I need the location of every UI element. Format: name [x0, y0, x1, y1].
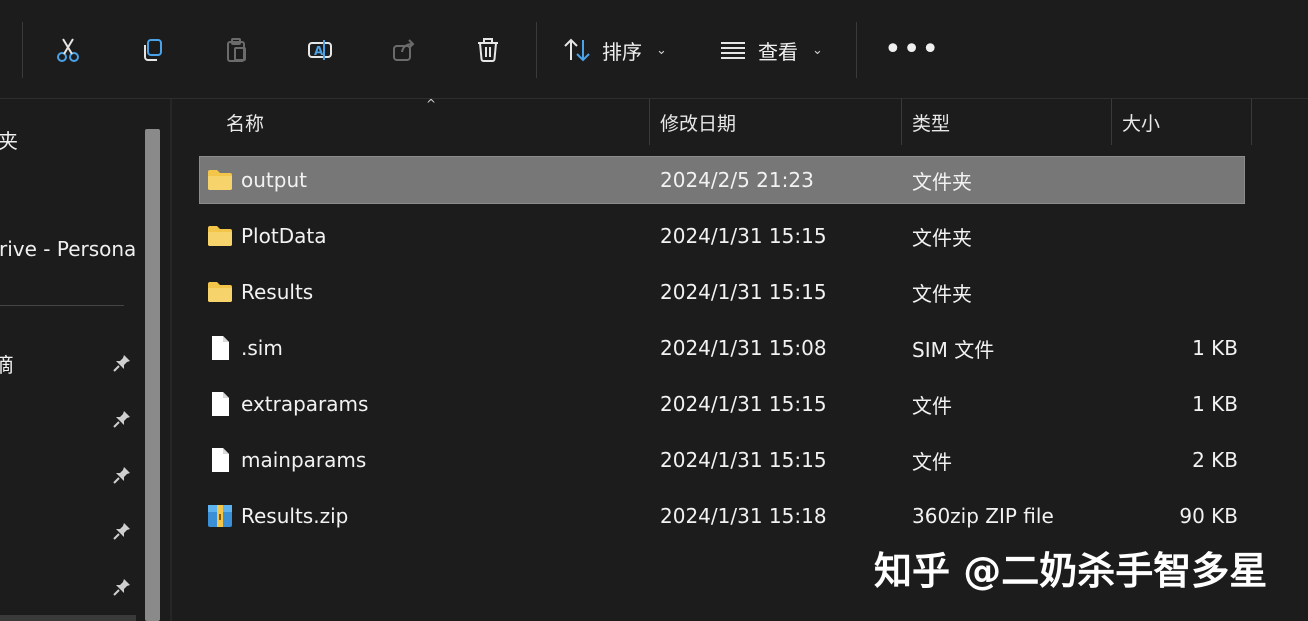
sort-ascending-icon: ^ [426, 97, 437, 111]
scissors-icon [57, 38, 79, 62]
file-modified-date: 2024/1/31 15:15 [660, 448, 827, 472]
copy-button[interactable] [128, 26, 176, 74]
navigation-pane: 夹 rive - Persona 滴 [0, 99, 160, 621]
column-header-name[interactable]: 名称 [226, 99, 264, 145]
pin-icon[interactable] [112, 465, 132, 485]
pin-icon[interactable] [112, 521, 132, 541]
file-row[interactable]: output 2024/2/5 21:23 文件夹 [199, 156, 1245, 204]
file-name: PlotData [241, 224, 327, 248]
file-name: output [241, 168, 307, 192]
file-name: Results.zip [241, 504, 349, 528]
sidebar-selected-indicator [0, 615, 136, 621]
file-modified-date: 2024/1/31 15:08 [660, 336, 827, 360]
copy-icon [144, 39, 162, 61]
cut-button[interactable] [44, 26, 92, 74]
file-row[interactable]: extraparams 2024/1/31 15:15 文件 1 KB [200, 381, 1244, 427]
file-icon [206, 334, 234, 362]
column-header-type[interactable]: 类型 [912, 99, 950, 145]
column-divider[interactable] [1251, 99, 1252, 145]
file-icon [206, 390, 234, 418]
file-type: 文件 [912, 449, 952, 474]
column-divider[interactable] [901, 99, 902, 145]
file-row[interactable]: Results.zip 2024/1/31 15:18 360zip ZIP fil… [200, 493, 1244, 539]
file-size: 2 KB [1192, 448, 1238, 472]
zip-icon [206, 502, 234, 530]
trash-icon [478, 38, 498, 62]
sidebar-item-onedrive[interactable]: rive - Persona [0, 237, 136, 261]
file-modified-date: 2024/1/31 15:18 [660, 504, 827, 528]
rename-button[interactable]: A [296, 26, 344, 74]
more-options-button[interactable]: ••• [884, 35, 940, 65]
pin-icon[interactable] [112, 353, 132, 373]
file-name: .sim [241, 336, 283, 360]
svg-text:A: A [314, 44, 324, 58]
sort-button[interactable]: 排序 ⌄ [562, 26, 667, 74]
chevron-down-icon: ⌄ [656, 42, 667, 58]
share-button[interactable] [380, 26, 428, 74]
file-modified-date: 2024/1/31 15:15 [660, 224, 827, 248]
view-label: 查看 [758, 39, 798, 64]
file-size: 90 KB [1179, 504, 1238, 528]
file-explorer-window: A 排序 ⌄ 查看 ⌄ ••• 夹 rive - Persona 滴 ^ 名称 … [0, 0, 1308, 621]
view-button[interactable]: 查看 ⌄ [718, 26, 823, 74]
sidebar-item-quick-access[interactable]: 滴 [0, 349, 14, 378]
clipboard-icon [227, 38, 246, 62]
file-size: 1 KB [1192, 392, 1238, 416]
toolbar-divider [536, 22, 537, 78]
watermark: 知乎 @二奶杀手智多星 [874, 549, 1268, 593]
sort-icon [564, 38, 590, 62]
column-header-date[interactable]: 修改日期 [660, 99, 736, 145]
chevron-down-icon: ⌄ [812, 42, 823, 58]
file-name: extraparams [241, 392, 369, 416]
file-type: 文件 [912, 393, 952, 418]
file-name: mainparams [241, 448, 367, 472]
file-size: 1 KB [1192, 336, 1238, 360]
column-header: ^ 名称 修改日期 类型 大小 [172, 97, 1308, 145]
file-type: 文件夹 [912, 281, 972, 306]
sidebar-divider [0, 305, 124, 306]
delete-button[interactable] [464, 26, 512, 74]
sort-label: 排序 [602, 39, 642, 64]
file-type: 文件夹 [912, 225, 972, 250]
column-divider[interactable] [1111, 99, 1112, 145]
pin-icon[interactable] [112, 409, 132, 429]
view-list-icon [721, 42, 745, 59]
pane-splitter[interactable] [170, 99, 172, 621]
toolbar-divider [856, 22, 857, 78]
sidebar-item-folders[interactable]: 夹 [0, 125, 18, 154]
file-row[interactable]: .sim 2024/1/31 15:08 SIM 文件 1 KB [200, 325, 1244, 371]
file-type: 文件夹 [912, 169, 972, 194]
file-row[interactable]: mainparams 2024/1/31 15:15 文件 2 KB [200, 437, 1244, 483]
file-modified-date: 2024/1/31 15:15 [660, 280, 827, 304]
paste-button[interactable] [212, 26, 260, 74]
column-header-size[interactable]: 大小 [1122, 99, 1160, 145]
command-bar: A 排序 ⌄ 查看 ⌄ ••• [0, 0, 1308, 99]
folder-icon [206, 222, 234, 250]
sidebar-scrollbar[interactable] [145, 129, 160, 621]
file-row[interactable]: Results 2024/1/31 15:15 文件夹 [200, 269, 1244, 315]
file-name: Results [241, 280, 314, 304]
file-icon [206, 446, 234, 474]
rename-icon: A [308, 40, 332, 60]
file-type: 360zip ZIP file [912, 504, 1054, 528]
share-icon [393, 39, 415, 61]
file-modified-date: 2024/1/31 15:15 [660, 392, 827, 416]
pin-icon[interactable] [112, 577, 132, 597]
file-row[interactable]: PlotData 2024/1/31 15:15 文件夹 [200, 213, 1244, 259]
toolbar-divider [22, 22, 23, 78]
folder-icon [206, 278, 234, 306]
file-modified-date: 2024/2/5 21:23 [660, 168, 814, 192]
folder-icon [206, 166, 234, 194]
file-type: SIM 文件 [912, 337, 995, 362]
column-divider[interactable] [649, 99, 650, 145]
